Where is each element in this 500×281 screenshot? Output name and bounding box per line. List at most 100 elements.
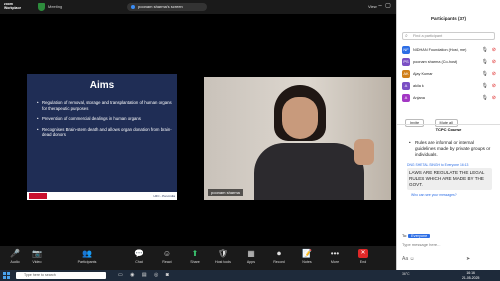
more-icon: •••: [330, 249, 340, 258]
participants-header: Participants (37): [430, 16, 466, 21]
window-titlebar: zoom Workplace Meeting poonam sharma's s…: [0, 0, 396, 14]
maximize-icon[interactable]: ▢: [384, 2, 392, 10]
end-icon: ✕: [358, 249, 368, 258]
share-dot-icon: [131, 5, 135, 9]
search-icon: ⌕: [405, 33, 408, 39]
meeting-label: Meeting: [48, 4, 63, 9]
participant-name: poonam sharma (Co-host): [413, 60, 458, 64]
shared-slide: Aims Regulation of removal, storage and …: [27, 74, 177, 200]
chat-input[interactable]: Type message here...: [402, 242, 492, 250]
record-button[interactable]: ⏺ Record: [268, 248, 290, 268]
video-off-icon: 📷: [32, 249, 42, 258]
slide-bullet: Regulation of removal, storage and trans…: [37, 100, 173, 111]
meeting-toolbar: 🎤 Audio 📷 Video 👥 Participants 💬 Chat ☺ React…: [0, 246, 396, 270]
avatar: PS: [402, 58, 410, 66]
mic-icon[interactable]: 🎙: [482, 80, 488, 92]
mic-icon[interactable]: 🎙: [482, 44, 488, 56]
task-view-icon[interactable]: ▭: [118, 272, 126, 278]
format-icon[interactable]: Aa: [402, 256, 408, 262]
participant-row[interactable]: AK Ajay Kumar 🎙 ⊘: [397, 68, 500, 80]
taskbar-search-input[interactable]: Type here to search: [16, 272, 106, 279]
share-button[interactable]: ⬆ Share: [184, 248, 206, 268]
participant-name: akila k: [413, 84, 424, 88]
video-off-icon[interactable]: ⊘: [492, 44, 496, 56]
share-label: Share: [190, 260, 200, 264]
audio-button[interactable]: 🎤 Audio: [4, 248, 26, 268]
slide-bullet: Recognises Brain-stem death and allows o…: [37, 127, 173, 138]
video-button[interactable]: 📷 Video: [26, 248, 48, 268]
video-label: Video: [32, 260, 42, 264]
audio-label: Audio: [10, 260, 20, 264]
chat-header: TCPC Course: [397, 124, 500, 134]
chat-button[interactable]: 💬 Chat: [128, 248, 150, 268]
participant-video[interactable]: poonam sharma: [204, 77, 391, 200]
participant-search-input[interactable]: ⌕ Find a participant: [402, 32, 495, 40]
os-taskbar: Type here to search ▭ ◉ ▤ ◎ ◙ 36°C 16:16…: [0, 270, 500, 281]
screen-share-text: poonam sharma's screen: [138, 4, 183, 9]
mic-icon[interactable]: 🎙: [482, 56, 488, 68]
react-button[interactable]: ☺ React: [156, 248, 178, 268]
send-icon[interactable]: ➤: [466, 256, 470, 262]
taskbar-clock[interactable]: 16:16 21-05-2025: [462, 271, 479, 280]
participants-button[interactable]: 👥 Participants: [70, 248, 104, 268]
zoom-app-icon[interactable]: ◙: [166, 272, 172, 278]
video-off-icon[interactable]: ⊘: [492, 56, 496, 68]
meeting-stage: Aims Regulation of removal, storage and …: [0, 14, 396, 246]
notes-icon: 📝: [302, 249, 312, 258]
chat-icon: 💬: [134, 249, 144, 258]
weather-indicator[interactable]: 36°C: [402, 272, 410, 276]
search-placeholder: Find a participant: [413, 34, 443, 38]
chat-to-label: To:: [402, 234, 408, 238]
windows-start-icon[interactable]: [3, 272, 10, 279]
chrome-icon[interactable]: ◎: [154, 272, 161, 278]
video-off-icon[interactable]: ⊘: [492, 80, 496, 92]
apps-button[interactable]: ▦ Apps: [240, 248, 262, 268]
host-tools-icon: 🛡: [218, 249, 229, 258]
slide-title: Aims: [89, 80, 115, 91]
file-explorer-icon[interactable]: ▤: [142, 272, 150, 278]
share-icon: ⬆: [191, 249, 199, 258]
chat-messages: Rules are informal or internal guideline…: [407, 140, 492, 198]
end-button[interactable]: ✕ End: [352, 248, 374, 268]
emoji-icon[interactable]: ☺: [410, 256, 415, 262]
slide-footer-tag: LRC - Pan-India: [153, 193, 175, 198]
side-panel: Participants (37) ⌕ Find a participant N…: [396, 0, 500, 270]
notes-button[interactable]: 📝 Notes: [296, 248, 318, 268]
participant-name: Anjana: [413, 96, 425, 100]
video-person-face: [282, 97, 318, 139]
video-name-label: poonam sharma: [208, 189, 243, 196]
avatar: AK: [402, 70, 410, 78]
video-person-hand: [354, 139, 374, 165]
edge-icon[interactable]: ◉: [130, 272, 137, 278]
participant-name: NIDHAN Foundation (Host, me): [413, 48, 467, 52]
mic-icon[interactable]: 🎙: [482, 68, 488, 80]
record-label: Record: [273, 260, 285, 264]
chat-recipient-select[interactable]: Everyone: [408, 234, 431, 238]
avatar: A: [402, 94, 410, 102]
chat-tools: Aa ☺ ➤: [402, 256, 470, 262]
notes-label: Notes: [302, 260, 312, 264]
chat-message: Rules are informal or internal guideline…: [407, 140, 492, 158]
participant-row[interactable]: PS poonam sharma (Co-host) 🎙 ⊘: [397, 56, 500, 68]
host-tools-button[interactable]: 🛡 Host tools: [212, 248, 234, 268]
security-shield-icon[interactable]: [38, 3, 45, 11]
participants-label: Participants: [77, 260, 97, 264]
video-person-body: [254, 143, 364, 200]
mic-icon[interactable]: 🎙: [482, 92, 488, 104]
participant-list: NF NIDHAN Foundation (Host, me) 🎙 ⊘ PS p…: [397, 44, 500, 104]
slide-bullets: Regulation of removal, storage and trans…: [37, 100, 173, 143]
more-button[interactable]: ••• More: [324, 248, 346, 268]
screen-share-indicator[interactable]: poonam sharma's screen: [127, 3, 207, 11]
participant-row[interactable]: NF NIDHAN Foundation (Host, me) 🎙 ⊘: [397, 44, 500, 56]
end-label: End: [359, 260, 367, 264]
chat-recipient: To: Everyone: [402, 234, 431, 238]
video-off-icon[interactable]: ⊘: [492, 68, 496, 80]
who-can-see-link[interactable]: Who can see your messages?: [407, 192, 492, 198]
participant-row[interactable]: A Anjana 🎙 ⊘: [397, 92, 500, 104]
participant-row[interactable]: A akila k 🎙 ⊘: [397, 80, 500, 92]
avatar: A: [402, 82, 410, 90]
minimize-icon[interactable]: –: [376, 2, 384, 10]
video-off-icon[interactable]: ⊘: [492, 92, 496, 104]
react-icon: ☺: [162, 249, 172, 258]
apps-icon: ▦: [247, 249, 255, 258]
